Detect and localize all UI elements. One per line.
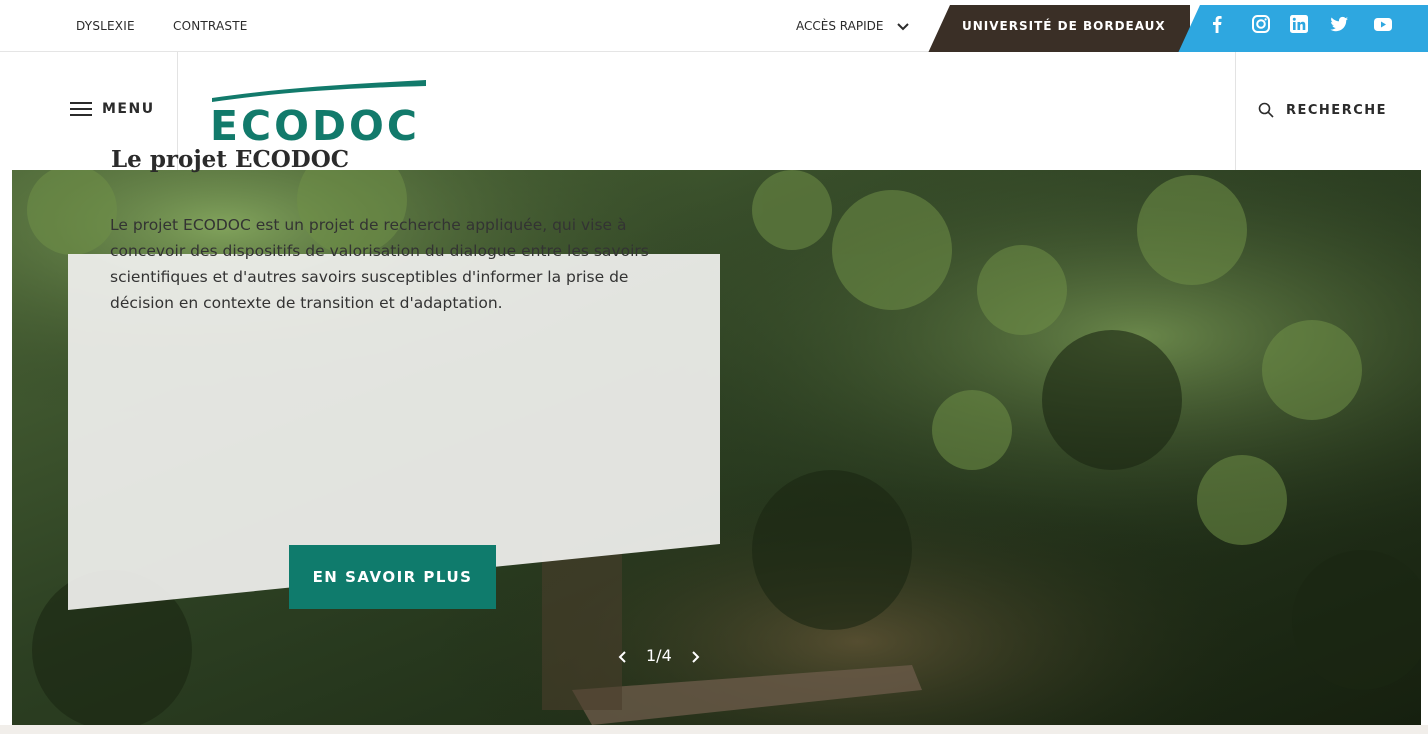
dyslexia-toggle[interactable]: DYSLEXIE [76, 19, 135, 33]
search-button[interactable]: RECHERCHE [1258, 102, 1387, 118]
chevron-right-icon[interactable] [688, 649, 702, 663]
search-icon [1258, 102, 1274, 118]
utility-bar: DYSLEXIE CONTRASTE ACCÈS RAPIDE UNIVERSI… [0, 0, 1428, 53]
logo-text: ECODOC [210, 102, 420, 150]
facebook-icon[interactable] [1206, 13, 1228, 35]
slide-pager: 1/4 [616, 646, 702, 665]
instagram-icon[interactable] [1250, 13, 1272, 35]
youtube-icon[interactable] [1372, 13, 1394, 35]
hero-title: Le projet ECODOC [111, 146, 350, 173]
search-label: RECHERCHE [1286, 102, 1388, 118]
divider [1235, 52, 1236, 170]
chevron-left-icon[interactable] [616, 649, 630, 663]
quick-access-dropdown[interactable]: ACCÈS RAPIDE [796, 19, 909, 34]
linkedin-icon[interactable] [1288, 13, 1310, 35]
chevron-down-icon [897, 20, 909, 34]
site-logo[interactable]: ECODOC [210, 76, 430, 150]
slide-counter: 1/4 [646, 646, 672, 665]
menu-button[interactable]: MENU [70, 100, 155, 118]
hamburger-icon [70, 102, 92, 116]
twitter-icon[interactable] [1328, 13, 1350, 35]
quick-access-label: ACCÈS RAPIDE [796, 19, 884, 33]
bottom-strip [0, 725, 1428, 734]
university-link[interactable]: UNIVERSITÉ DE BORDEAUX [962, 19, 1166, 33]
menu-label: MENU [102, 101, 155, 117]
hero-description: Le projet ECODOC est un projet de recher… [110, 216, 649, 312]
learn-more-button[interactable]: EN SAVOIR PLUS [289, 545, 496, 609]
contrast-toggle[interactable]: CONTRASTE [173, 19, 248, 33]
